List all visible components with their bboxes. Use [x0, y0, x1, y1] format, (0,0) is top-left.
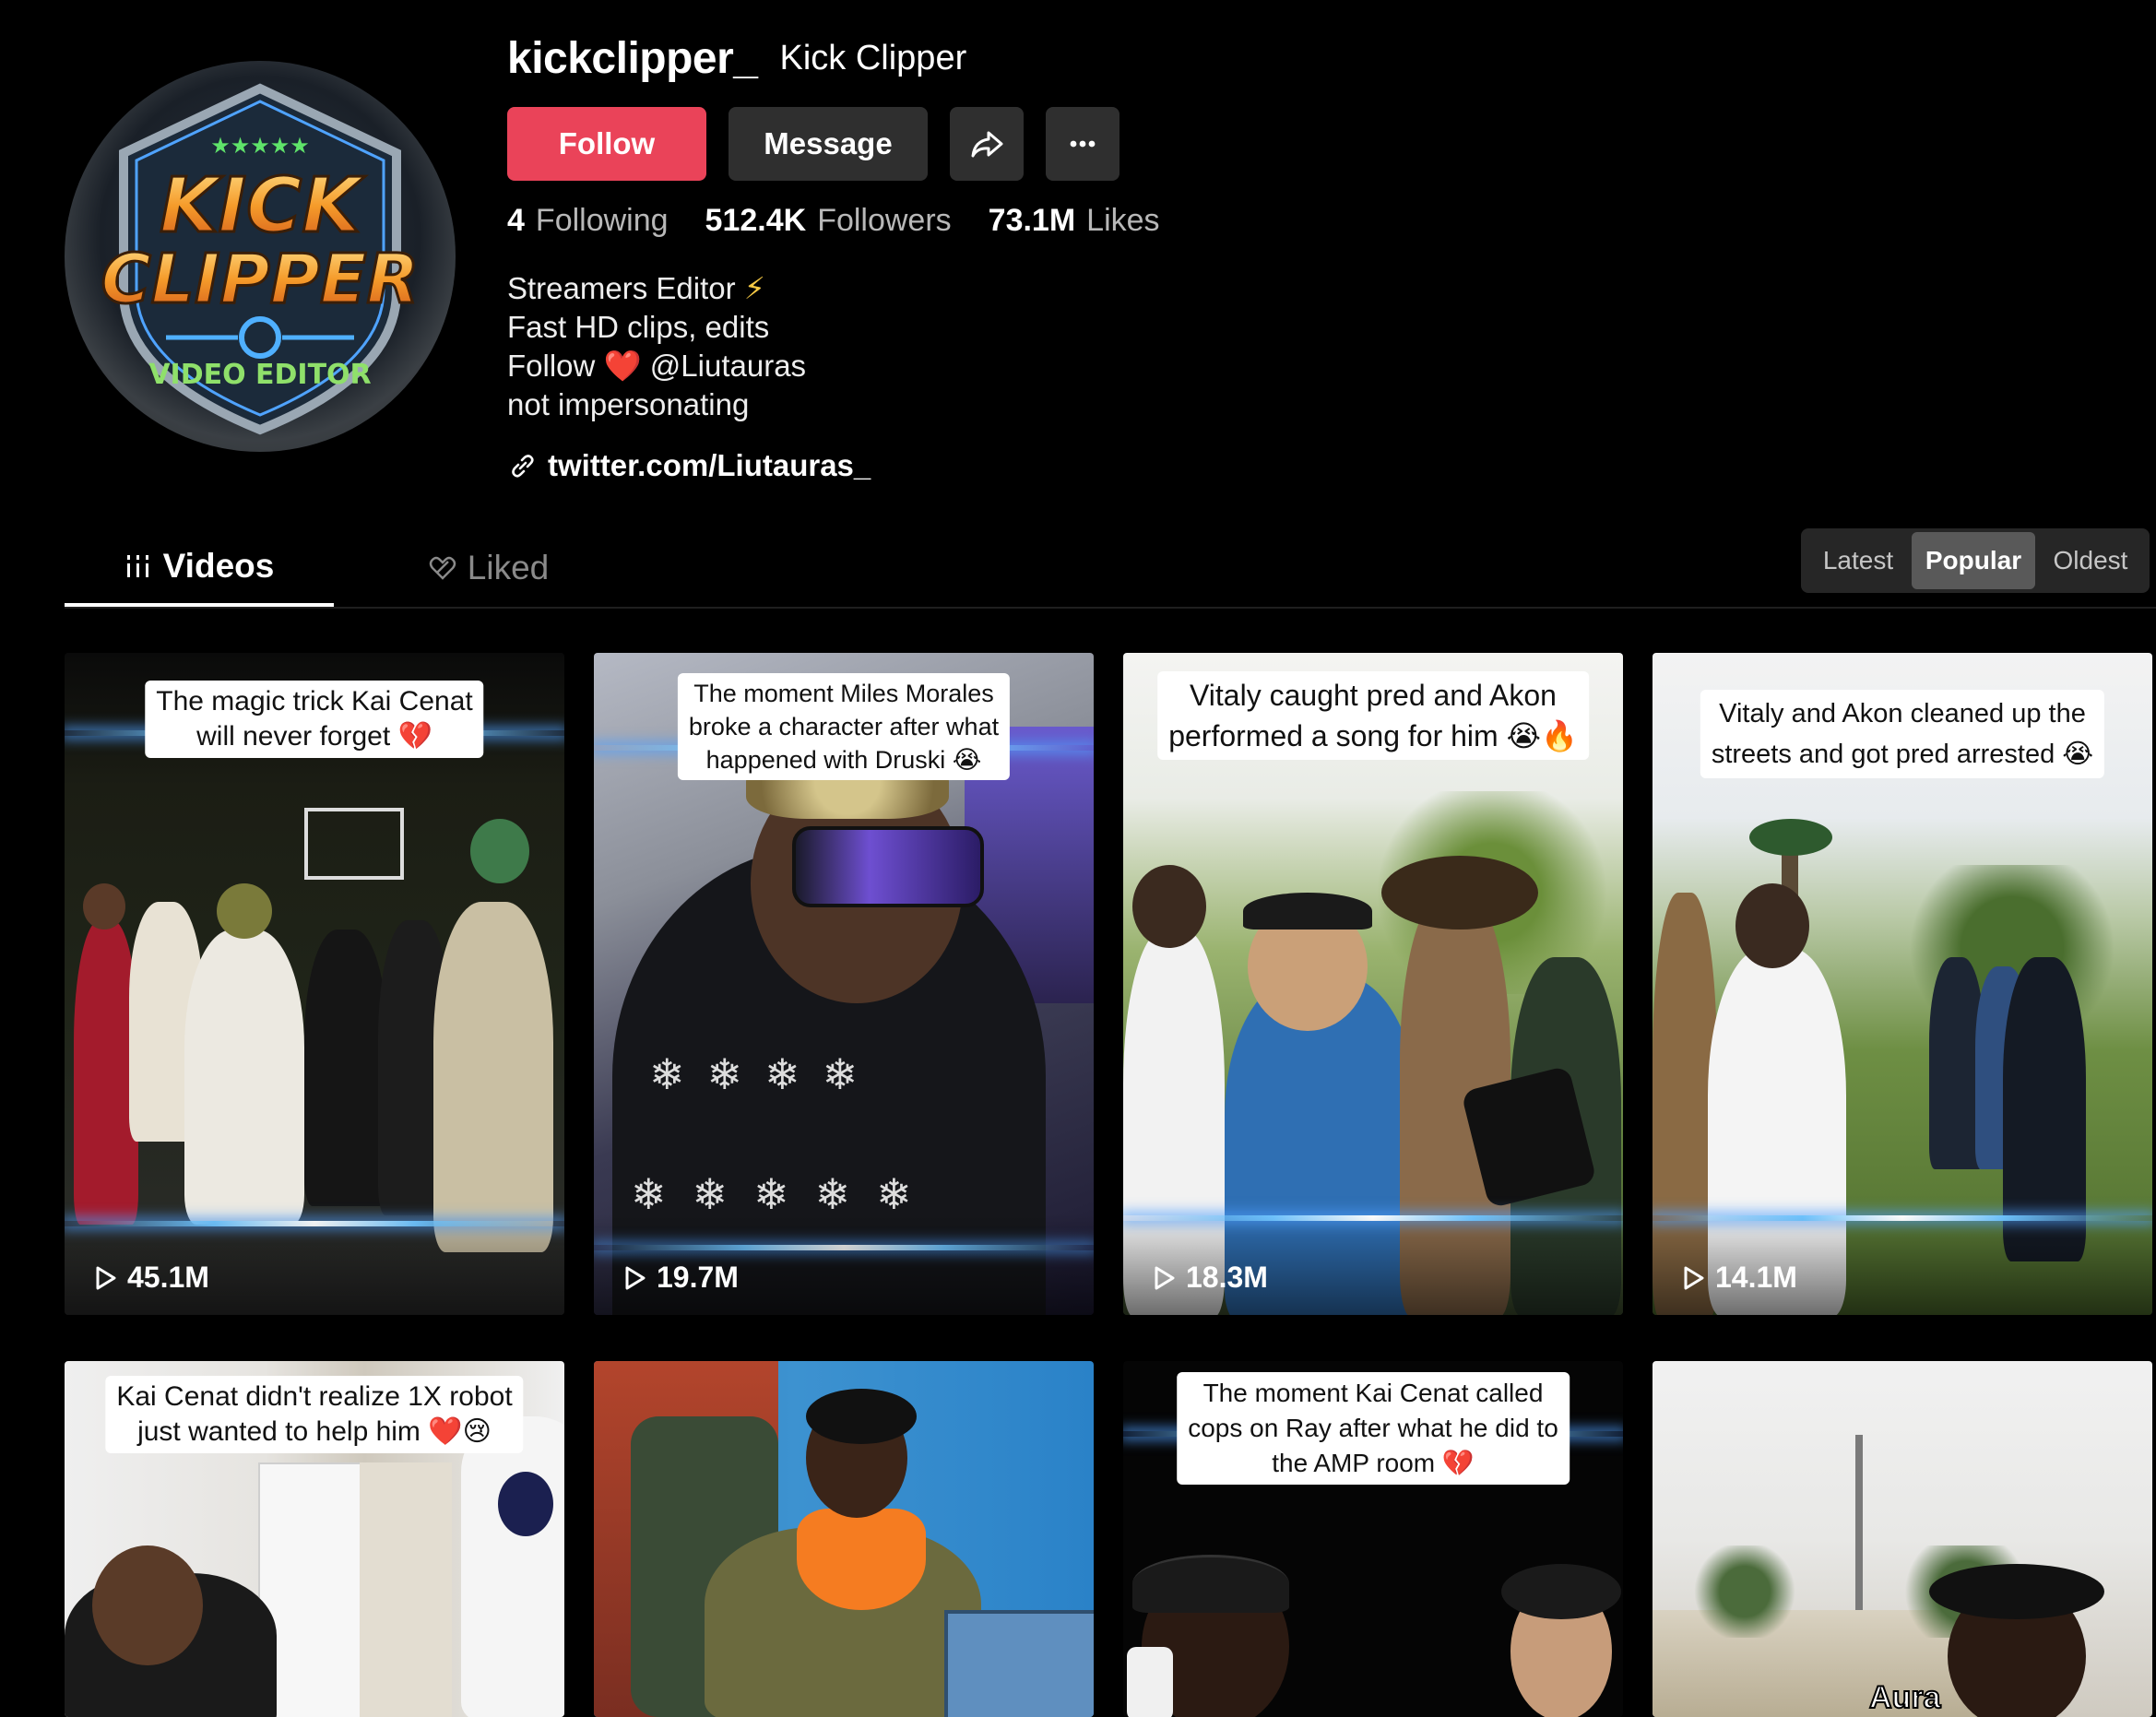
- profile-bio: Streamers Editor ⚡ Fast HD clips, edits …: [507, 269, 806, 424]
- stat-followers[interactable]: 512.4K Followers: [705, 203, 952, 239]
- share-button[interactable]: [950, 107, 1024, 181]
- follow-button[interactable]: Follow: [507, 107, 706, 181]
- video-card[interactable]: Kai Cenat didn't realize 1X robot just w…: [65, 1361, 564, 1717]
- liked-icon: [429, 556, 456, 580]
- bio-line-4: not impersonating: [507, 387, 750, 421]
- svg-text:★★★★★: ★★★★★: [210, 133, 310, 159]
- message-button[interactable]: Message: [729, 107, 928, 181]
- share-icon: [971, 131, 1003, 158]
- video-caption: The moment Miles Morales broke a charact…: [677, 673, 1011, 780]
- hoop-backboard: [304, 808, 404, 880]
- view-count: 14.1M: [1680, 1261, 1797, 1295]
- more-icon: [1070, 140, 1096, 148]
- video-card[interactable]: ❄❄❄❄ ❄❄❄❄❄ The moment Miles Morales brok…: [594, 653, 1094, 1315]
- play-icon: [1684, 1266, 1704, 1289]
- bio-line-1: Streamers Editor ⚡: [507, 271, 765, 305]
- video-card[interactable]: Vitaly caught pred and Akon performed a …: [1123, 653, 1623, 1315]
- sort-latest[interactable]: Latest: [1805, 532, 1912, 589]
- display-name: Kick Clipper: [779, 38, 967, 77]
- view-count: 19.7M: [622, 1261, 739, 1295]
- tab-liked[interactable]: Liked: [378, 529, 599, 607]
- stat-following[interactable]: 4 Following: [507, 203, 669, 239]
- video-card[interactable]: The moment Kai Cenat called cops on Ray …: [1123, 1361, 1623, 1717]
- profile-avatar[interactable]: ★★★★★ KICK CLIPPER VIDEO EDITOR: [65, 61, 456, 452]
- stat-likes: 73.1M Likes: [988, 203, 1160, 238]
- tab-videos[interactable]: Videos: [65, 529, 334, 607]
- video-caption: Aura: [1868, 1679, 1941, 1716]
- play-icon: [625, 1266, 646, 1289]
- avatar-text-kick: KICK: [160, 162, 365, 250]
- more-button[interactable]: [1046, 107, 1119, 181]
- video-card[interactable]: The magic trick Kai Cenat will never for…: [65, 653, 564, 1315]
- video-caption: The moment Kai Cenat called cops on Ray …: [1177, 1372, 1570, 1485]
- profile-stats: 4 Following 512.4K Followers 73.1M Likes: [507, 203, 1160, 239]
- grid-icon: [126, 555, 148, 577]
- link-icon: [512, 455, 534, 478]
- play-icon: [1155, 1266, 1175, 1289]
- profile-link[interactable]: twitter.com/Liutauras_: [509, 448, 871, 483]
- bio-line-3: Follow ❤️ @Liutauras: [507, 349, 807, 383]
- sort-oldest[interactable]: Oldest: [2035, 532, 2146, 589]
- username: kickclipper_: [507, 33, 758, 83]
- video-caption: Kai Cenat didn't realize 1X robot just w…: [105, 1376, 524, 1453]
- avatar-text-video-editor: VIDEO EDITOR: [148, 359, 371, 391]
- view-count: 45.1M: [92, 1261, 209, 1295]
- video-caption: Vitaly caught pred and Akon performed a …: [1157, 671, 1589, 760]
- sort-segmented-control: Latest Popular Oldest: [1801, 528, 2150, 593]
- lightning-icon: ⚡: [743, 271, 765, 305]
- profile-actions: Follow Message: [507, 107, 1119, 181]
- heart-icon: ❤️: [603, 349, 642, 383]
- view-count: 18.3M: [1151, 1261, 1268, 1295]
- video-card[interactable]: [594, 1361, 1094, 1717]
- video-card[interactable]: Vitaly and Akon cleaned up the streets a…: [1653, 653, 2152, 1315]
- video-card[interactable]: Aura: [1653, 1361, 2152, 1717]
- sort-popular[interactable]: Popular: [1912, 532, 2035, 589]
- play-icon: [96, 1266, 116, 1289]
- video-caption: The magic trick Kai Cenat will never for…: [145, 681, 484, 758]
- video-caption: Vitaly and Akon cleaned up the streets a…: [1700, 690, 2105, 778]
- bio-line-2: Fast HD clips, edits: [507, 310, 770, 344]
- profile-header: kickclipper_ Kick Clipper: [507, 28, 966, 89]
- avatar-text-clipper: CLIPPER: [101, 240, 420, 319]
